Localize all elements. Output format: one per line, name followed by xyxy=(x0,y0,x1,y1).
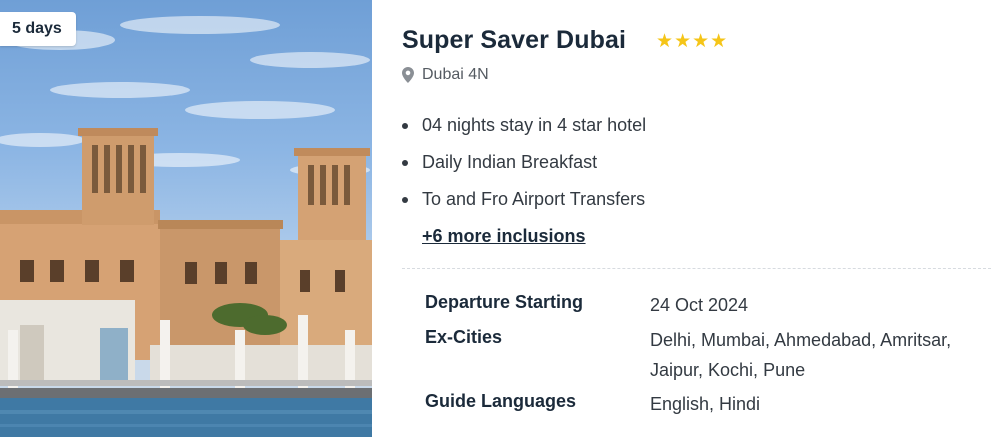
guide-value: English, Hindi xyxy=(650,394,761,414)
dubai-heritage-image xyxy=(0,16,372,437)
list-item: To and Fro Airport Transfers xyxy=(402,187,646,224)
star-icon: ★ xyxy=(692,31,710,52)
bullet-icon xyxy=(402,123,408,129)
title-row: Super Saver Dubai ★ ★ ★ ★ xyxy=(402,26,727,55)
package-title[interactable]: Super Saver Dubai xyxy=(402,26,626,55)
package-photo[interactable]: 5 days xyxy=(0,0,372,437)
guide-label: Guide Languages xyxy=(425,391,577,411)
list-item: 04 nights stay in 4 star hotel xyxy=(402,113,646,150)
inclusion-text: Daily Indian Breakfast xyxy=(422,152,598,172)
package-details: Super Saver Dubai ★ ★ ★ ★ Dubai 4N 04 ni… xyxy=(402,0,991,437)
more-inclusions-link[interactable]: +6 more inclusions xyxy=(422,226,586,247)
duration-badge: 5 days xyxy=(0,12,76,46)
star-rating: ★ ★ ★ ★ xyxy=(656,32,727,51)
inclusion-text: To and Fro Airport Transfers xyxy=(422,189,646,209)
departure-value: 24 Oct 2024 xyxy=(650,295,749,315)
excities-label: Ex-Cities xyxy=(425,327,503,347)
location: Dubai 4N xyxy=(402,66,489,84)
list-item: Daily Indian Breakfast xyxy=(402,150,646,187)
location-text: Dubai 4N xyxy=(422,66,489,83)
departure-label: Departure Starting xyxy=(425,292,584,312)
star-icon: ★ xyxy=(656,31,674,52)
bullet-icon xyxy=(402,197,408,203)
star-icon: ★ xyxy=(710,31,728,52)
divider xyxy=(402,268,991,269)
package-card[interactable]: 5 days Super Saver Dubai ★ ★ ★ ★ Dubai 4… xyxy=(0,0,991,437)
inclusions-list: 04 nights stay in 4 star hotel Daily Ind… xyxy=(402,113,646,224)
inclusion-text: 04 nights stay in 4 star hotel xyxy=(422,115,647,135)
excities-value: Delhi, Mumbai, Ahmedabad, Amritsar, Jaip… xyxy=(650,330,952,380)
map-pin-icon xyxy=(402,67,414,83)
bullet-icon xyxy=(402,160,408,166)
star-icon: ★ xyxy=(674,31,692,52)
